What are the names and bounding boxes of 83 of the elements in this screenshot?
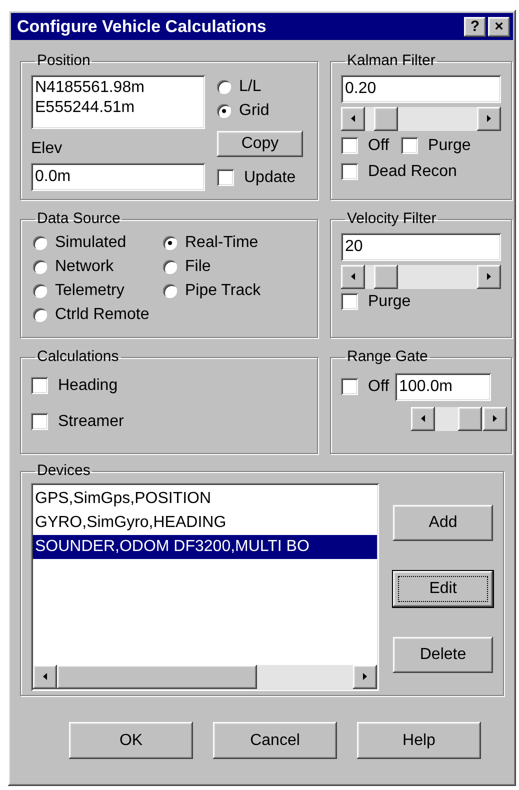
radio-label: Network [55, 256, 114, 276]
coordinates-box[interactable]: N4185561.98m E555244.51m [31, 74, 205, 128]
checkbox-label: Purge [428, 136, 471, 156]
radio-button[interactable] [163, 236, 177, 250]
checkbox-label: Off [368, 136, 390, 156]
scroll-right-button[interactable] [477, 264, 501, 288]
radio-button[interactable] [163, 260, 177, 274]
radio-label: Grid [239, 100, 270, 120]
left-arrow-icon [43, 673, 47, 680]
radio-label: Pipe Track [185, 280, 261, 300]
radio-label: Telemetry [55, 280, 124, 300]
right-arrow-icon [487, 273, 491, 280]
radio-label: Real-Time [185, 232, 258, 252]
scroll-left-button[interactable] [411, 406, 435, 430]
left-arrow-icon [351, 273, 355, 280]
coordinate-text: N4185561.98m [35, 78, 146, 98]
group-title: Calculations [36, 347, 120, 367]
scroll-left-button[interactable] [33, 664, 57, 688]
group-title: Devices [36, 461, 92, 481]
radio-button[interactable] [33, 236, 47, 250]
input-field[interactable]: 20 [341, 232, 501, 260]
push-button[interactable]: Edit [393, 570, 493, 606]
right-arrow-icon [493, 415, 497, 422]
list-item[interactable]: GYRO,SimGyro,HEADING [33, 510, 377, 534]
group-title: Range Gate [346, 347, 429, 367]
push-button[interactable]: Cancel [213, 722, 337, 759]
group-title: Kalman Filter [346, 51, 436, 71]
checkbox[interactable] [401, 137, 418, 154]
checkbox[interactable] [31, 413, 48, 430]
group-title: Position [36, 51, 92, 71]
help-button[interactable]: ? [464, 16, 486, 36]
scroll-left-button[interactable] [341, 264, 365, 288]
radio-label: File [185, 256, 211, 276]
checkbox-label: Streamer [58, 412, 124, 432]
scroll-right-button[interactable] [477, 106, 501, 130]
push-button[interactable]: Add [393, 504, 493, 540]
left-arrow-icon [351, 115, 355, 122]
slider-thumb[interactable] [374, 106, 398, 130]
push-button[interactable]: Delete [393, 636, 493, 672]
scroll-right-button[interactable] [483, 406, 507, 430]
right-arrow-icon [487, 115, 491, 122]
checkbox[interactable] [341, 137, 358, 154]
left-arrow-icon [421, 415, 425, 422]
radio-button[interactable] [217, 104, 231, 118]
checkbox-label: Dead Recon [368, 162, 457, 182]
checkbox[interactable] [341, 293, 358, 310]
checkbox[interactable] [217, 169, 234, 186]
coordinate-text: E555244.51m [35, 98, 136, 118]
push-button[interactable]: OK [69, 722, 193, 759]
elev-label: Elev [31, 138, 64, 158]
checkbox-label: Purge [368, 292, 411, 312]
slider-thumb[interactable] [458, 406, 482, 430]
window-title: Configure Vehicle Calculations [17, 16, 266, 38]
checkbox-label: Heading [58, 376, 118, 396]
radio-label: Ctrld Remote [55, 304, 150, 324]
input-field[interactable]: 100.0m [395, 372, 492, 400]
input-field[interactable]: 0.0m [31, 162, 205, 190]
checkbox-label: Off [368, 376, 390, 396]
radio-button[interactable] [163, 284, 177, 298]
scroll-left-button[interactable] [341, 106, 365, 130]
checkbox[interactable] [341, 163, 358, 180]
group-title: Data Source [36, 209, 122, 229]
radio-button[interactable] [33, 260, 47, 274]
list-item[interactable]: GPS,SimGps,POSITION [33, 486, 377, 510]
slider-thumb[interactable] [374, 264, 398, 288]
push-button[interactable]: Copy [217, 130, 303, 156]
right-arrow-icon [363, 673, 367, 680]
scrollbar-thumb[interactable] [57, 664, 257, 688]
checkbox-label: Update [244, 168, 296, 188]
list-item[interactable]: SOUNDER,ODOM DF3200,MULTI BO [33, 534, 377, 558]
device-list[interactable]: GPS,SimGps,POSITION GYRO,SimGyro,HEADING SOUNDER,ODOM DF3200,MULTI BO [31, 482, 379, 690]
checkbox[interactable] [341, 378, 358, 395]
scroll-right-button[interactable] [353, 664, 377, 688]
radio-button[interactable] [217, 80, 231, 94]
push-button[interactable]: Help [357, 722, 481, 759]
checkbox[interactable] [31, 377, 48, 394]
radio-label: Simulated [55, 232, 126, 252]
radio-button[interactable] [33, 308, 47, 322]
radio-label: L/L [239, 76, 262, 96]
group-title: Velocity Filter [346, 209, 438, 229]
input-field[interactable]: 0.20 [341, 74, 501, 102]
close-button[interactable]: × [488, 16, 510, 36]
radio-button[interactable] [33, 284, 47, 298]
